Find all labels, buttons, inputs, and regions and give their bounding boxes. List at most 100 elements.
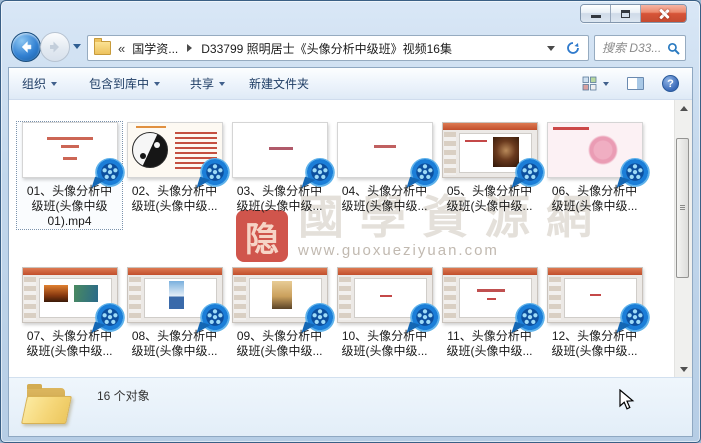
file-item-07[interactable]: 07、头像分析中 级班(头像中级... (17, 267, 125, 359)
video-player-badge-icon (199, 158, 230, 188)
video-player-badge-icon (94, 303, 125, 333)
file-thumbnail (126, 267, 230, 333)
file-name: 04、头像分析中 级班(头像中级... (341, 184, 428, 213)
share-menu-button[interactable]: 共享 (190, 75, 226, 92)
breadcrumb-overflow-button[interactable]: « (115, 41, 128, 56)
new-folder-label: 新建文件夹 (249, 77, 310, 91)
scroll-down-icon (679, 366, 688, 372)
video-player-badge-icon (409, 303, 440, 333)
watermark-site-url: www.guoxueziyuan.com (298, 242, 499, 259)
change-view-button[interactable] (582, 76, 609, 91)
file-item-01[interactable]: 01、头像分析中 级班(头像中级 01).mp4 (16, 121, 125, 230)
folder-front-art (21, 396, 72, 424)
address-bar[interactable]: « 国学资... D33799 照明居士《头像分析中级班》视频16集 (87, 35, 589, 61)
file-thumbnail (126, 122, 230, 188)
file-item-08[interactable]: 08、头像分析中 级班(头像中级... (122, 267, 230, 359)
minimize-button[interactable] (581, 5, 611, 22)
file-thumbnail (441, 267, 545, 333)
file-name: 02、头像分析中 级班(头像中级... (131, 184, 218, 213)
file-thumbnail (21, 267, 125, 333)
file-name: 09、头像分析中 级班(头像中级... (236, 329, 323, 358)
scroll-up-button[interactable] (675, 100, 692, 116)
file-item-03[interactable]: 03、头像分析中 级班(头像中级... (227, 122, 335, 229)
file-item-09[interactable]: 09、头像分析中 级班(头像中级... (227, 267, 335, 359)
new-folder-button[interactable]: 新建文件夹 (249, 75, 309, 92)
back-button[interactable] (11, 32, 41, 62)
file-thumbnail (231, 267, 335, 333)
file-name: 05、头像分析中 级班(头像中级... (446, 184, 533, 213)
search-input[interactable] (600, 40, 667, 56)
toolbar-right-group: ? (582, 75, 679, 92)
refresh-button[interactable] (562, 37, 584, 59)
file-item-05[interactable]: 05、头像分析中 级班(头像中级... (437, 122, 545, 229)
forward-button-disabled[interactable] (40, 32, 70, 62)
organize-label: 组织 (22, 77, 47, 91)
file-thumbnail (21, 122, 125, 188)
file-row-2: 07、头像分析中 级班(头像中级... 08、头像分析中 级班(头像中级... … (9, 267, 692, 359)
file-name: 01、头像分析中 级班(头像中级 01).mp4 (26, 184, 113, 228)
help-button[interactable]: ? (662, 75, 679, 92)
file-list-area[interactable]: 隐 國學資源網 www.guoxueziyuan.com 01、头像分析中 级班… (9, 100, 692, 377)
file-thumbnail (231, 122, 335, 188)
close-button[interactable] (641, 5, 686, 22)
back-arrow-icon (21, 40, 32, 54)
file-name: 06、头像分析中 级班(头像中级... (551, 184, 638, 213)
preview-pane-button[interactable] (627, 77, 644, 90)
include-in-library-menu-button[interactable]: 包含到库中 (89, 75, 161, 92)
file-thumbnail (546, 122, 650, 188)
close-icon (658, 8, 670, 20)
folder-icon (94, 38, 111, 55)
file-name: 08、头像分析中 级班(头像中级... (131, 329, 218, 358)
file-thumbnail (336, 122, 440, 188)
file-item-06[interactable]: 06、头像分析中 级班(头像中级... (542, 122, 650, 229)
file-name: 03、头像分析中 级班(头像中级... (236, 184, 323, 213)
chevron-down-icon (219, 81, 226, 86)
file-name: 12、头像分析中 级班(头像中级... (551, 329, 638, 358)
video-player-badge-icon (514, 303, 545, 333)
file-item-12[interactable]: 12、头像分析中 级班(头像中级... (542, 267, 650, 359)
include-in-library-label: 包含到库中 (89, 77, 150, 91)
item-count: 16 个对象 (97, 389, 150, 403)
file-item-02[interactable]: 02、头像分析中 级班(头像中级... (122, 122, 230, 229)
breadcrumb-parent-folder[interactable]: 国学资... (128, 38, 182, 59)
navigation-bar: « 国学资... D33799 照明居士《头像分析中级班》视频16集 (1, 29, 700, 67)
file-name: 11、头像分析中 级班(头像中级... (446, 329, 533, 358)
file-item-11[interactable]: 11、头像分析中 级班(头像中级... (437, 267, 545, 359)
yinyang-art (131, 132, 168, 168)
maximize-button[interactable] (611, 5, 641, 22)
status-bar: 16 个对象 (9, 377, 692, 436)
video-player-badge-icon (619, 158, 650, 188)
video-player-badge-icon (304, 303, 335, 333)
file-item-10[interactable]: 10、头像分析中 级班(头像中级... (332, 267, 440, 359)
file-thumbnail (546, 267, 650, 333)
forward-arrow-icon (50, 41, 59, 53)
scroll-down-button[interactable] (675, 361, 692, 377)
scroll-up-icon (679, 105, 688, 111)
title-bar[interactable] (1, 1, 700, 29)
search-box[interactable] (594, 35, 686, 61)
file-item-04[interactable]: 04、头像分析中 级班(头像中级... (332, 122, 440, 229)
organize-menu-button[interactable]: 组织 (22, 75, 58, 92)
file-thumbnail (336, 267, 440, 333)
refresh-icon (567, 42, 579, 54)
video-player-badge-icon (409, 158, 440, 188)
search-icon[interactable] (667, 42, 680, 55)
maximize-icon (621, 9, 630, 18)
address-dropdown-icon[interactable] (547, 45, 555, 51)
window-controls (580, 4, 687, 23)
recent-pages-dropdown[interactable] (73, 44, 81, 49)
minimize-icon (590, 15, 601, 18)
views-grid-icon (582, 76, 597, 91)
file-thumbnail (441, 122, 545, 188)
breadcrumb-separator-icon[interactable] (187, 44, 193, 52)
video-player-badge-icon (304, 158, 335, 188)
help-glyph: ? (667, 77, 674, 90)
chevron-down-icon (51, 81, 58, 86)
client-area: 组织 包含到库中 共享 新建文件夹 ? 隐 國學資源網 www.guoxuezi… (8, 67, 693, 437)
folder-details-icon (21, 384, 73, 428)
video-player-badge-icon (514, 158, 545, 188)
breadcrumb-current-folder[interactable]: D33799 照明居士《头像分析中级班》视频16集 (197, 38, 456, 59)
file-name: 07、头像分析中 级班(头像中级... (26, 329, 113, 358)
video-player-badge-icon (199, 303, 230, 333)
command-toolbar: 组织 包含到库中 共享 新建文件夹 ? (9, 68, 692, 100)
